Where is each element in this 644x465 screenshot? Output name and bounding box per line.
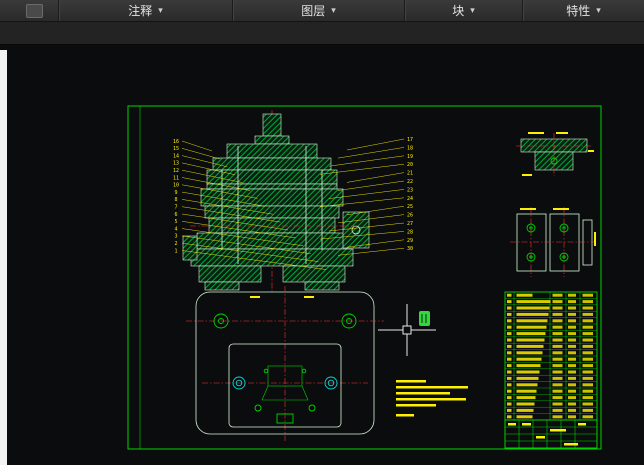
svg-text:8: 8 xyxy=(174,197,177,203)
svg-text:3: 3 xyxy=(174,234,177,240)
panel-label-properties: 特性 xyxy=(566,2,590,19)
svg-text:25: 25 xyxy=(407,204,413,210)
svg-text:10: 10 xyxy=(173,183,179,189)
assembly-section-view xyxy=(183,110,369,294)
plan-view xyxy=(186,286,384,441)
detail-view-top xyxy=(516,132,594,176)
ribbon-panel-properties[interactable]: 特性 ▾ xyxy=(523,0,644,21)
drawing-canvas[interactable]: 16151413121110987654321 1718192021222324… xyxy=(0,45,644,465)
svg-text:19: 19 xyxy=(407,154,413,160)
cad-drawing: 16151413121110987654321 1718192021222324… xyxy=(0,45,644,465)
svg-text:1: 1 xyxy=(174,248,177,254)
panel-label-block: 块 xyxy=(452,2,464,19)
ribbon-collapsed-area xyxy=(0,22,644,45)
svg-text:14: 14 xyxy=(173,153,179,159)
svg-text:4: 4 xyxy=(174,226,177,232)
svg-text:17: 17 xyxy=(407,137,413,143)
technical-notes xyxy=(396,380,468,417)
svg-text:12: 12 xyxy=(173,168,179,174)
svg-text:16: 16 xyxy=(173,139,179,145)
ribbon-bar: 注释 ▾ 图层 ▾ 块 ▾ 特性 ▾ xyxy=(0,0,644,22)
svg-text:20: 20 xyxy=(407,162,413,168)
svg-text:2: 2 xyxy=(174,241,177,247)
detail-view-right xyxy=(510,207,596,277)
chevron-down-icon: ▾ xyxy=(158,6,163,15)
svg-text:7: 7 xyxy=(174,205,177,211)
svg-text:9: 9 xyxy=(174,190,177,196)
ribbon-panel-block[interactable]: 块 ▾ xyxy=(405,0,522,21)
title-block xyxy=(505,420,597,448)
snap-badge xyxy=(419,311,430,326)
svg-text:21: 21 xyxy=(407,171,413,177)
svg-text:18: 18 xyxy=(407,145,413,151)
bom-table xyxy=(505,292,597,420)
svg-text:27: 27 xyxy=(407,221,413,227)
panel-label-layers: 图层 xyxy=(301,2,325,19)
chevron-down-icon: ▾ xyxy=(470,6,475,15)
svg-text:26: 26 xyxy=(407,213,413,219)
blocks-tool-icon[interactable] xyxy=(26,4,43,18)
svg-text:23: 23 xyxy=(407,187,413,193)
chevron-down-icon: ▾ xyxy=(596,6,601,15)
svg-text:5: 5 xyxy=(174,219,177,225)
ribbon-panel-layers[interactable]: 图层 ▾ xyxy=(233,0,404,21)
svg-text:11: 11 xyxy=(173,175,179,181)
svg-text:13: 13 xyxy=(173,161,179,167)
svg-text:29: 29 xyxy=(407,238,413,244)
svg-text:30: 30 xyxy=(407,246,413,252)
svg-text:15: 15 xyxy=(173,146,179,152)
svg-text:22: 22 xyxy=(407,179,413,185)
ribbon-panel-annotation[interactable]: 注释 ▾ xyxy=(59,0,232,21)
chevron-down-icon: ▾ xyxy=(331,6,336,15)
svg-text:6: 6 xyxy=(174,212,177,218)
svg-text:28: 28 xyxy=(407,229,413,235)
ribbon-left-area xyxy=(0,0,58,21)
panel-label-annotation: 注释 xyxy=(128,2,152,19)
svg-text:24: 24 xyxy=(407,196,413,202)
app-window: 注释 ▾ 图层 ▾ 块 ▾ 特性 ▾ xyxy=(0,0,644,465)
